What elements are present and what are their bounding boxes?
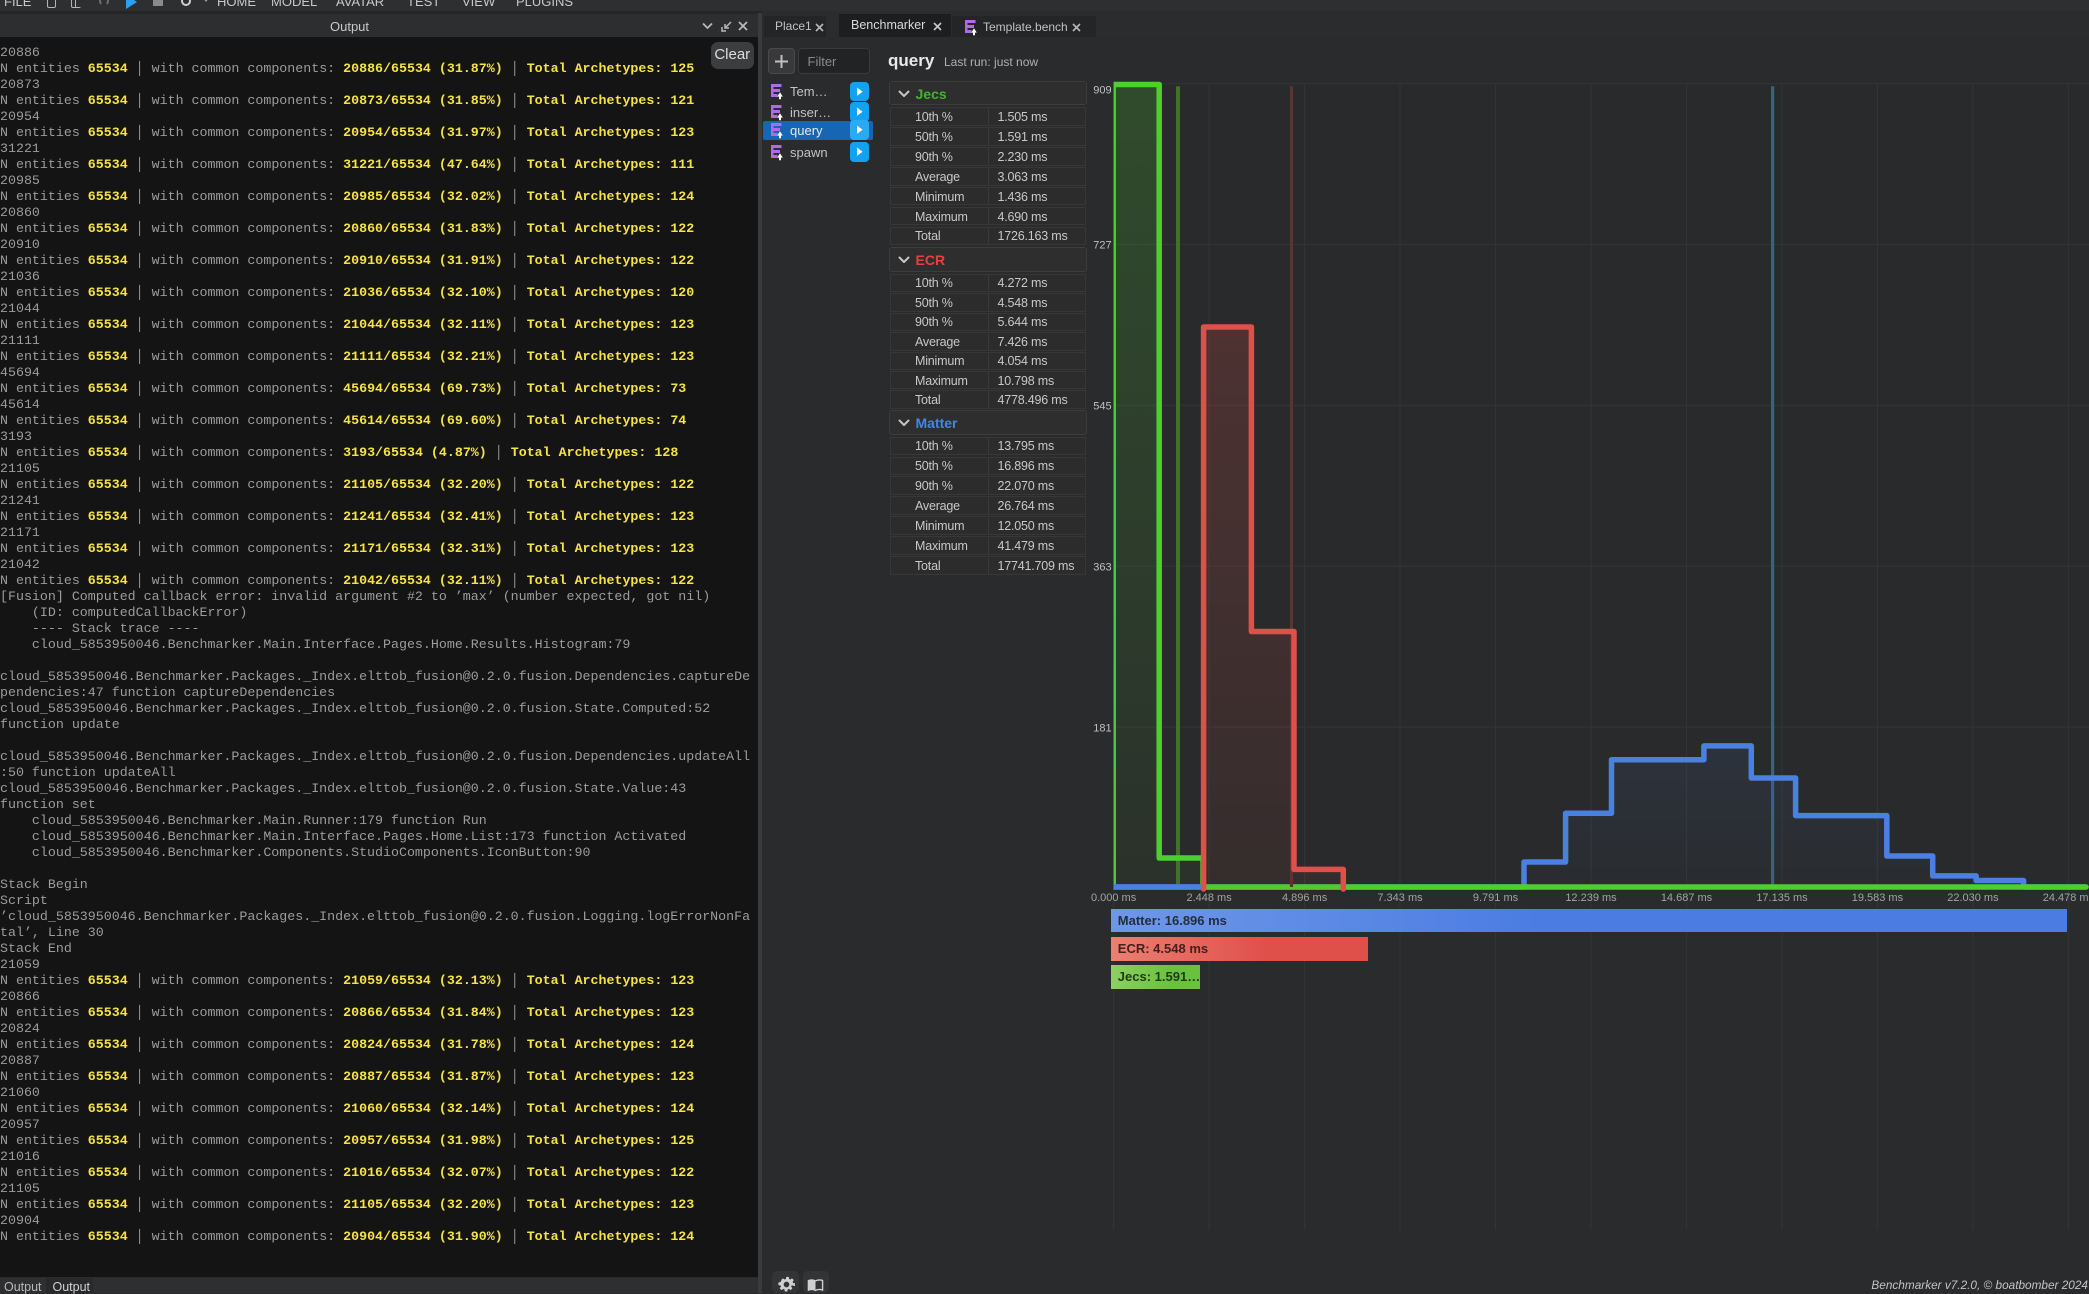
- svg-text:4.896 ms: 4.896 ms: [1282, 892, 1328, 904]
- svg-text:14.687 ms: 14.687 ms: [1661, 892, 1713, 904]
- svg-text:17.135 ms: 17.135 ms: [1756, 892, 1808, 904]
- svg-text:0.000 ms: 0.000 ms: [1091, 892, 1137, 904]
- svg-text:12.239 ms: 12.239 ms: [1565, 892, 1617, 904]
- svg-text:2.448 ms: 2.448 ms: [1186, 892, 1232, 904]
- svg-text:24.478 ms: 24.478 ms: [2043, 892, 2089, 904]
- svg-text:7.343 ms: 7.343 ms: [1377, 892, 1423, 904]
- svg-text:9.791 ms: 9.791 ms: [1473, 892, 1519, 904]
- svg-text:22.030 ms: 22.030 ms: [1947, 892, 1999, 904]
- svg-text:727: 727: [1093, 240, 1111, 252]
- svg-text:909: 909: [1093, 85, 1111, 97]
- svg-text:181: 181: [1093, 722, 1111, 734]
- svg-text:363: 363: [1093, 561, 1111, 573]
- svg-text:19.583 ms: 19.583 ms: [1852, 892, 1904, 904]
- svg-text:545: 545: [1093, 401, 1111, 413]
